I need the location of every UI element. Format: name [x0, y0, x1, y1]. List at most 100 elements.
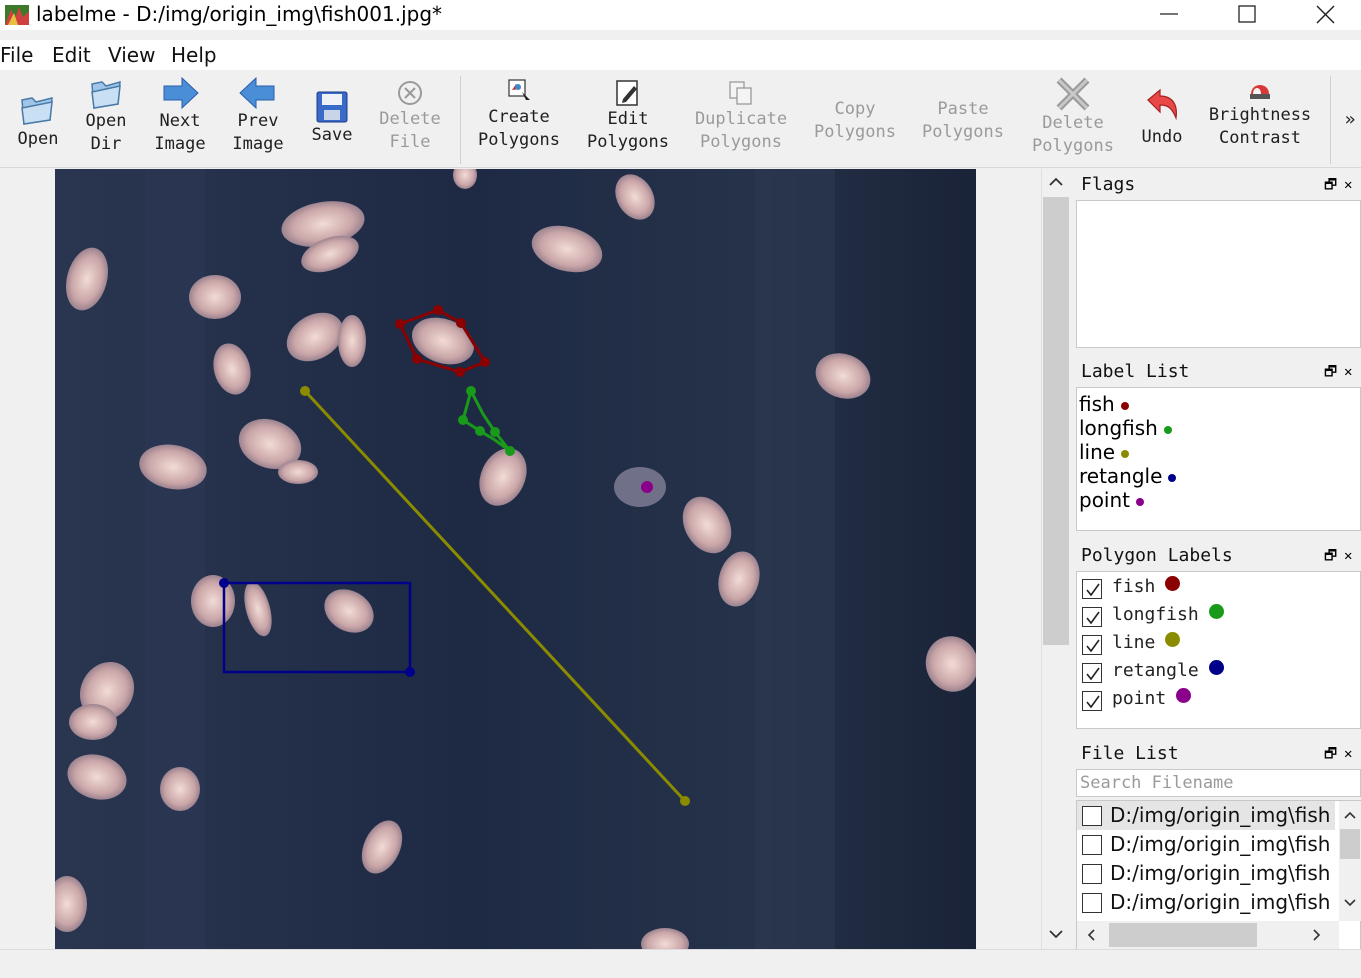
create-polygons-label: Create Polygons [478, 107, 560, 150]
shape-point[interactable] [641, 481, 653, 493]
label-list-item[interactable]: line [1077, 440, 1360, 464]
edit-polygons-button[interactable]: Edit Polygons [584, 72, 672, 168]
label-list-item[interactable]: point [1077, 488, 1360, 512]
scroll-left-arrow-icon[interactable] [1087, 929, 1095, 941]
file-checkbox[interactable] [1082, 834, 1102, 855]
polygon-color-dot [1208, 604, 1224, 619]
open-button[interactable]: Open [8, 72, 68, 168]
polygon-visible-checkbox[interactable] [1082, 663, 1102, 683]
scroll-up-arrow-icon[interactable] [1344, 811, 1356, 819]
flags-list[interactable] [1076, 200, 1361, 348]
label-name: retangle [1079, 464, 1163, 488]
search-filename-input[interactable]: Search Filename [1076, 769, 1361, 797]
dock-float-icon[interactable]: 🗗 [1324, 357, 1337, 387]
water-stripe [755, 169, 835, 949]
title-bar: labelme - D:/img/origin_img\fish001.jpg* [0, 0, 1361, 30]
label-color-dot [1120, 401, 1129, 410]
copy-polygons-button[interactable]: Copy Polygons [810, 72, 900, 168]
next-image-label: Next Image [154, 111, 206, 154]
file-checkbox[interactable] [1082, 892, 1102, 913]
menu-edit[interactable]: Edit [52, 43, 91, 67]
toolbar-separator [460, 76, 461, 164]
polygon-label-item[interactable]: fish [1077, 573, 1360, 601]
annotation-canvas[interactable] [55, 169, 976, 949]
maximize-icon [1238, 5, 1256, 23]
open-dir-button[interactable]: Open Dir [76, 72, 136, 168]
delete-file-button[interactable]: Delete File [372, 72, 448, 168]
polygon-visible-checkbox[interactable] [1082, 691, 1102, 711]
delete-polygons-button[interactable]: Delete Polygons [1028, 72, 1118, 168]
paste-polygons-button[interactable]: Paste Polygons [918, 72, 1008, 168]
polygon-visible-checkbox[interactable] [1082, 607, 1102, 627]
file-list-title: File List [1081, 743, 1179, 764]
scrollbar-thumb[interactable] [1340, 829, 1360, 859]
file-path: D:/img/origin_img\fish [1110, 861, 1331, 885]
file-list-item[interactable]: D:/img/origin_img\fish [1077, 830, 1335, 859]
menu-file[interactable]: File [0, 43, 33, 67]
polygon-label-item[interactable]: longfish [1077, 601, 1360, 629]
dock-float-icon[interactable]: 🗗 [1324, 170, 1337, 200]
dock-float-icon[interactable]: 🗗 [1324, 739, 1337, 769]
label-list-title: Label List [1081, 361, 1190, 382]
menu-help[interactable]: Help [171, 43, 217, 67]
file-list-horizontal-scrollbar[interactable] [1077, 921, 1339, 949]
brightness-contrast-button[interactable]: Brightness Contrast [1204, 72, 1316, 168]
label-list-item[interactable]: retangle [1077, 464, 1360, 488]
file-list-item[interactable]: D:/img/origin_img\fish [1077, 801, 1335, 830]
label-list-item[interactable]: fish [1077, 392, 1360, 416]
file-list-item[interactable]: D:/img/origin_img\fish [1077, 888, 1335, 917]
maximize-button[interactable] [1218, 0, 1278, 30]
dock-close-icon[interactable]: ✕ [1344, 541, 1352, 571]
polygon-color-dot [1176, 688, 1192, 703]
prev-image-button[interactable]: Prev Image [228, 72, 288, 168]
brightness-contrast-icon [1250, 85, 1270, 99]
minimize-button[interactable] [1140, 0, 1200, 30]
dock-close-icon[interactable]: ✕ [1344, 170, 1352, 200]
file-list[interactable]: D:/img/origin_img\fish D:/img/origin_img… [1076, 800, 1361, 950]
polygon-visible-checkbox[interactable] [1082, 635, 1102, 655]
close-window-button[interactable] [1296, 0, 1356, 30]
scroll-right-arrow-icon[interactable] [1313, 929, 1321, 941]
label-list[interactable]: fish longfish line retangle point [1076, 387, 1361, 531]
undo-arrow-icon [1147, 88, 1177, 121]
edit-pencil-icon [616, 80, 638, 106]
scrollbar-thumb[interactable] [1109, 923, 1257, 947]
polygon-label-item[interactable]: line [1077, 629, 1360, 657]
polygon-labels-list[interactable]: fish longfish line retangle point [1076, 571, 1361, 729]
canvas-vertical-scrollbar[interactable] [1041, 169, 1070, 949]
check-icon [1086, 667, 1100, 681]
file-list-item[interactable]: D:/img/origin_img\fish [1077, 859, 1335, 888]
polygon-labels-dock: Polygon Labels 🗗 ✕ fish longfish line re… [1076, 541, 1361, 729]
save-button[interactable]: Save [302, 72, 362, 168]
flags-dock-title: Flags 🗗 ✕ [1076, 170, 1361, 200]
dock-close-icon[interactable]: ✕ [1344, 739, 1352, 769]
label-list-dock: Label List 🗗 ✕ fish longfish line retang… [1076, 357, 1361, 531]
label-name: longfish [1079, 416, 1158, 440]
label-color-dot [1163, 425, 1172, 434]
duplicate-polygons-button[interactable]: Duplicate Polygons [692, 72, 790, 168]
dock-close-icon[interactable]: ✕ [1344, 357, 1352, 387]
scroll-down-arrow-icon[interactable] [1049, 929, 1063, 939]
file-path: D:/img/origin_img\fish [1110, 890, 1331, 914]
scroll-down-arrow-icon[interactable] [1344, 899, 1356, 907]
polygon-label-item[interactable]: point [1077, 685, 1360, 713]
dock-float-icon[interactable]: 🗗 [1324, 541, 1337, 571]
file-checkbox[interactable] [1082, 805, 1102, 826]
scrollbar-thumb[interactable] [1043, 197, 1069, 645]
toolbar-overflow-button[interactable]: » [1340, 72, 1360, 168]
scroll-up-arrow-icon[interactable] [1049, 177, 1063, 187]
create-polygons-button[interactable]: Create Polygons [474, 72, 564, 168]
file-list-vertical-scrollbar[interactable] [1339, 801, 1361, 921]
polygon-labels-title: Polygon Labels [1081, 545, 1233, 566]
label-list-item[interactable]: longfish [1077, 416, 1360, 440]
menu-view[interactable]: View [108, 43, 155, 67]
file-checkbox[interactable] [1082, 863, 1102, 884]
next-image-button[interactable]: Next Image [150, 72, 210, 168]
image-canvas-area[interactable] [0, 169, 1041, 949]
polygon-visible-checkbox[interactable] [1082, 579, 1102, 599]
toolbar: Open Open Dir Next Image Prev Image Save [0, 72, 1361, 168]
polygon-label-item[interactable]: retangle [1077, 657, 1360, 685]
undo-button[interactable]: Undo [1134, 72, 1190, 168]
window-title: labelme - D:/img/origin_img\fish001.jpg* [36, 2, 443, 26]
file-list-dock-title: File List 🗗 ✕ [1076, 739, 1361, 769]
